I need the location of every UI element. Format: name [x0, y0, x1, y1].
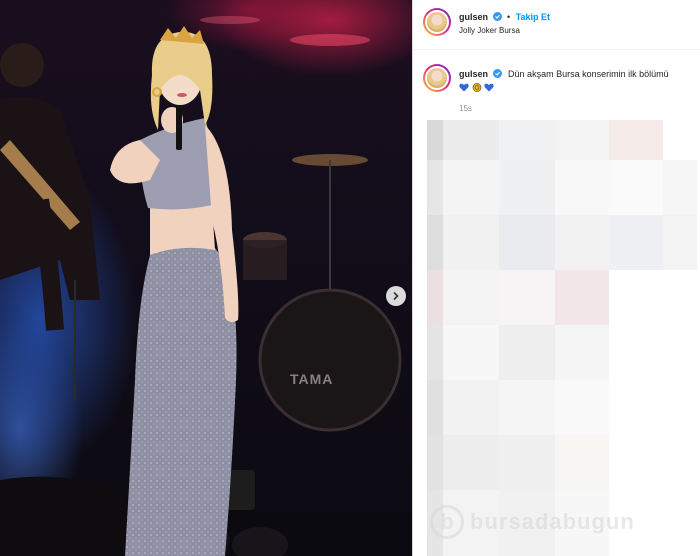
- performer: [110, 26, 239, 556]
- caption-username-link[interactable]: gulsen: [459, 69, 488, 79]
- separator-dot: •: [507, 12, 511, 22]
- drum-brand-label: TAMA: [290, 371, 333, 387]
- caption: gulsen Dün akşam Bursa konserimin ilk bö…: [459, 68, 694, 81]
- blue-heart-icon: [459, 83, 469, 92]
- bass-drum: [258, 288, 402, 432]
- avatar[interactable]: [423, 8, 451, 36]
- chevron-right-icon: [393, 292, 399, 300]
- guitarist-head: [0, 43, 44, 87]
- concert-photo-scene: TAMA: [0, 16, 402, 556]
- verified-badge-icon: [492, 12, 502, 21]
- caption-text: Dün akşam Bursa konserimin ilk bölümü: [508, 69, 669, 79]
- caption-emojis: [459, 82, 494, 94]
- blue-heart-icon: [484, 83, 494, 92]
- post-header: gulsen • Takip Et Jolly Joker Bursa: [413, 0, 700, 50]
- post-side-panel: gulsen • Takip Et Jolly Joker Bursa guls…: [412, 0, 700, 556]
- header-user-line: gulsen • Takip Et: [459, 12, 550, 22]
- username-link[interactable]: gulsen: [459, 12, 488, 22]
- post-timestamp: 15s: [459, 104, 472, 113]
- verified-badge-icon: [492, 69, 502, 78]
- follow-button[interactable]: Takip Et: [516, 12, 550, 22]
- yellow-circle-emoji-icon: [472, 83, 481, 92]
- next-slide-button[interactable]: [386, 286, 406, 306]
- caption-avatar[interactable]: [423, 64, 451, 92]
- post-photo[interactable]: TAMA: [0, 0, 412, 556]
- location-link[interactable]: Jolly Joker Bursa: [459, 26, 520, 35]
- blurred-comments: [427, 120, 697, 556]
